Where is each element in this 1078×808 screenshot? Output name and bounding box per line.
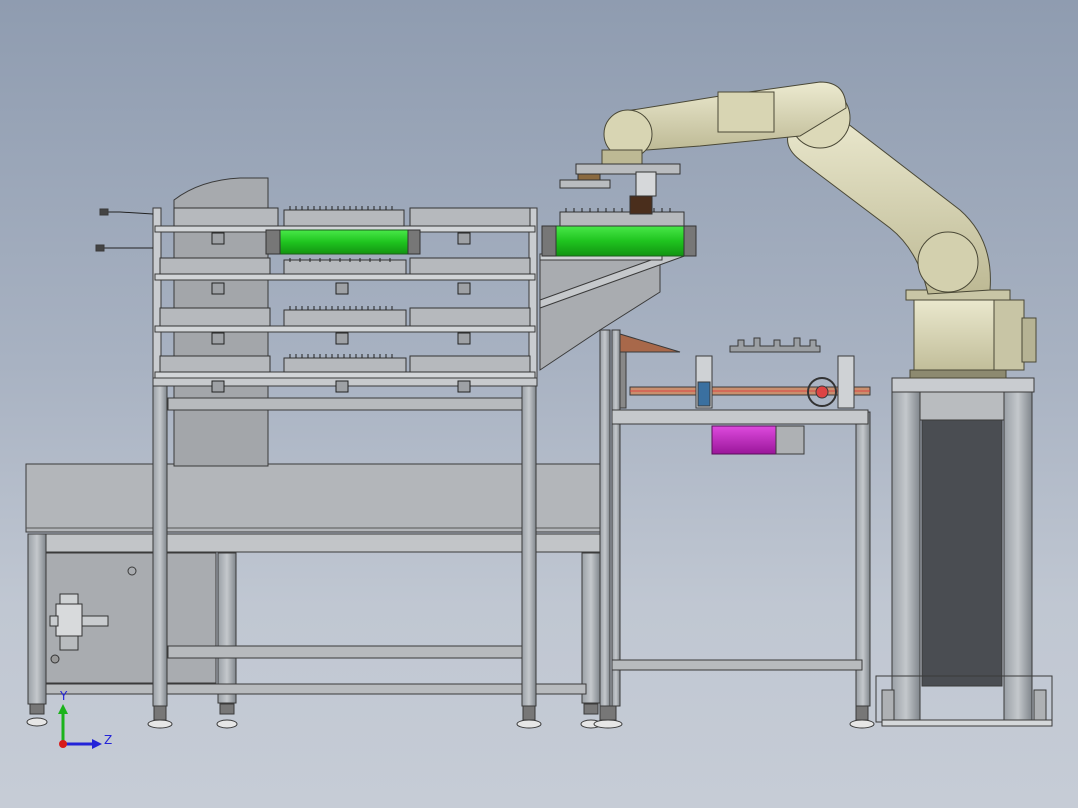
fixture-plate (619, 333, 681, 353)
base-table (25, 463, 605, 729)
origin-dot (59, 740, 67, 748)
leveling-foot (593, 719, 623, 729)
base-table-leg (27, 533, 47, 705)
rack-post (521, 377, 537, 707)
leveling-foot (516, 719, 542, 729)
z-axis-label: Z (104, 733, 112, 747)
base-table-leg (581, 552, 601, 704)
connector-pins (289, 306, 393, 310)
sensor-cable (104, 211, 154, 215)
base-table-front-rail (33, 533, 605, 553)
shaft-bearing (837, 355, 855, 409)
left-green-conveyor (265, 229, 421, 255)
middle-leg (599, 329, 611, 707)
gripper (559, 163, 681, 215)
rack-shelf (154, 273, 536, 281)
robot-pedestal (875, 377, 1053, 727)
robot-flange (601, 149, 643, 165)
rack-crossbar (167, 645, 523, 659)
robot-axis-motor (993, 299, 1025, 371)
rack-post (528, 207, 538, 379)
leveling-foot (849, 719, 875, 729)
middle-tabletop (611, 409, 869, 425)
rack-post (152, 377, 168, 707)
cad-viewport[interactable]: Y Z (0, 0, 1078, 808)
leveling-foot (26, 717, 48, 727)
robot-base (913, 295, 1003, 379)
connector-pins (289, 354, 393, 358)
coordinate-triad: Y Z (58, 689, 112, 749)
drive-motor (711, 425, 777, 455)
base-table-leg (217, 552, 237, 704)
tray-row-2 (159, 257, 531, 275)
robot-joint (917, 231, 979, 293)
base-table-top (25, 463, 602, 533)
middle-lower-rail (611, 659, 863, 671)
tray-row-1 (173, 207, 531, 227)
rack-shelf (154, 371, 536, 379)
middle-leg (611, 329, 621, 707)
rack-hood (173, 177, 269, 211)
y-axis-label: Y (59, 689, 68, 703)
rack-crossbar (167, 397, 523, 411)
assembly-drawing: Y Z (25, 81, 1053, 749)
pedestal-cavity (921, 419, 1003, 687)
rack-post (152, 207, 162, 379)
connector-pins (565, 208, 671, 212)
leveling-foot (219, 703, 235, 715)
leveling-foot (216, 719, 238, 729)
leveling-foot (583, 703, 599, 715)
right-green-conveyor (541, 208, 697, 257)
tray-row-3 (159, 307, 531, 327)
sensor-parts (729, 337, 821, 353)
connector-pins (289, 206, 393, 210)
rack-shelf (154, 325, 536, 333)
leveling-foot (147, 719, 173, 729)
middle-station (593, 329, 875, 729)
leveling-foot (29, 703, 45, 715)
base-table-bottom-rail (45, 683, 587, 695)
tray-row-4 (159, 355, 531, 373)
